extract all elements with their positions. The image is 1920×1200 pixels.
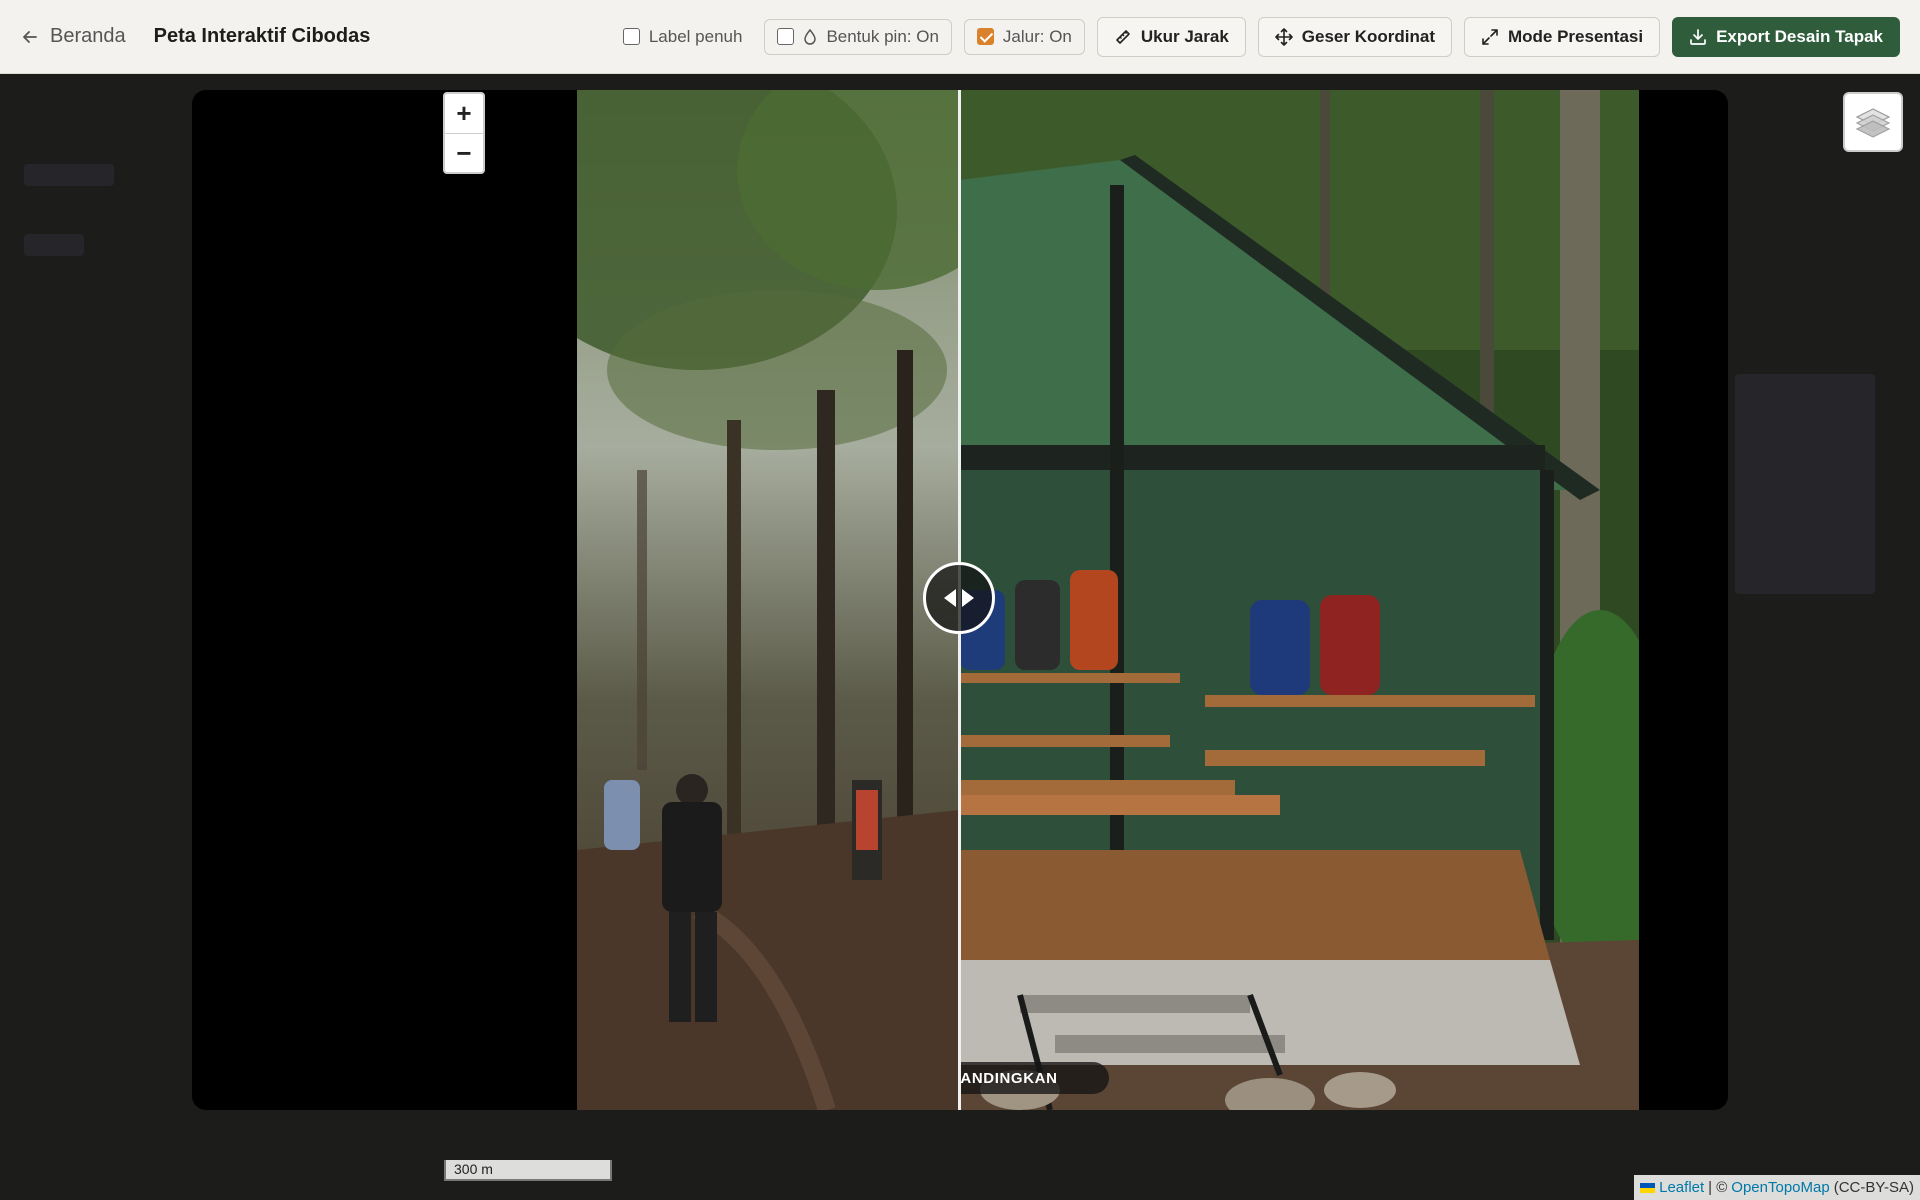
comparison-photo [577,90,1639,1110]
zoom-in-button[interactable]: + [445,94,483,133]
trail-checkbox[interactable] [976,28,994,45]
ghost-block [24,234,84,256]
trail-toggle[interactable]: Jalur: On [963,18,1085,55]
opentopomap-link[interactable]: OpenTopoMap [1731,1179,1829,1196]
label-full-checkbox[interactable] [622,28,640,45]
measure-distance-label: Ukur Jarak [1140,26,1229,46]
label-full-toggle[interactable]: Label penuh [622,26,743,47]
export-site-design-label: Export Desain Tapak [1716,26,1883,46]
compare-label: BANDINGKAN [961,1062,1109,1094]
attribution-separator: | © [1708,1179,1728,1196]
move-coordinate-label: Geser Koordinat [1301,26,1435,46]
pin-shape-text: Bentuk pin: On [826,26,939,46]
export-site-design-button[interactable]: Export Desain Tapak [1672,16,1900,57]
ghost-block [24,164,114,186]
pin-shape-toggle[interactable]: Bentuk pin: On [764,18,952,55]
presentation-mode-button[interactable]: Mode Presentasi [1463,16,1661,57]
move-icon [1274,27,1293,46]
comparison-slider-handle[interactable] [923,562,995,634]
presentation-mode-label: Mode Presentasi [1507,26,1644,46]
ghost-block [1735,374,1875,594]
ruler-icon [1116,29,1130,44]
zoom-out-button[interactable]: − [445,133,483,172]
compare-label-text: BANDINGKAN [961,1069,1058,1087]
page-title: Peta Interaktif Cibodas [153,25,371,47]
pin-shape-checkbox[interactable] [777,28,795,45]
arrow-left-small-icon [944,589,956,607]
comparison-viewer: BANDINGKAN [192,90,1728,1110]
back-label: Beranda [50,25,126,47]
attribution-license: (CC-BY-SA) [1833,1179,1914,1196]
after-photo-shelter [960,90,1639,1110]
move-coordinate-button[interactable]: Geser Koordinat [1257,16,1452,57]
leaflet-link[interactable]: Leaflet [1659,1179,1704,1196]
layers-button[interactable] [1843,92,1903,152]
before-photo-trail [577,90,960,1110]
drop-icon [804,28,817,45]
arrow-left-icon [23,30,37,43]
top-bar: Beranda Peta Interaktif Cibodas Label pe… [0,0,1920,74]
trail-text: Jalur: On [1002,26,1072,46]
back-button[interactable]: Beranda [20,25,126,48]
layers-icon [1855,108,1891,138]
map-scale: 300 m [444,1160,612,1181]
download-icon [1690,28,1706,45]
zoom-control: + − [443,92,485,174]
arrow-right-small-icon [962,589,974,607]
flag-icon [1640,1182,1656,1193]
map-attribution: Leaflet | © OpenTopoMap (CC-BY-SA) [1634,1175,1920,1200]
label-full-text: Label penuh [648,26,743,46]
expand-icon [1482,28,1498,45]
measure-distance-button[interactable]: Ukur Jarak [1096,16,1246,57]
